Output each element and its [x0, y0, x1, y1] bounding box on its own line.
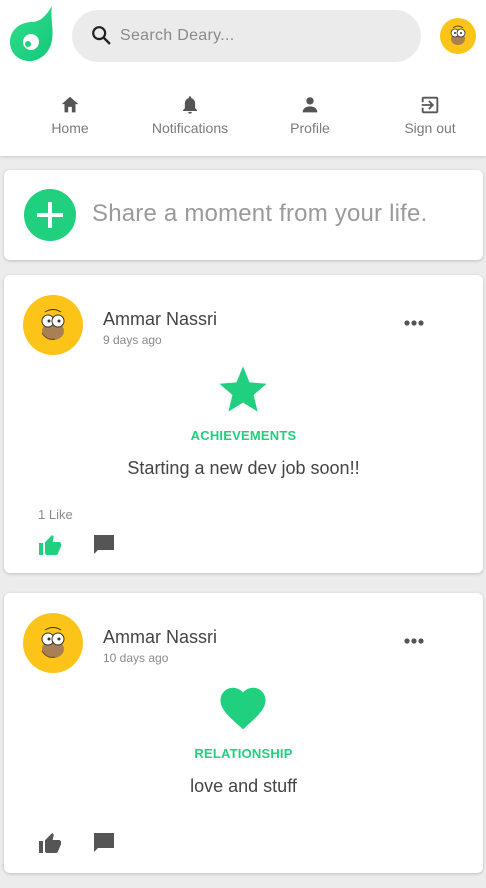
app-logo[interactable]	[10, 6, 54, 62]
category-label: RELATIONSHIP	[194, 746, 293, 761]
author-avatar[interactable]	[23, 295, 83, 355]
nav-sign-out-label: Sign out	[404, 120, 456, 136]
thumbs-up-icon[interactable]	[38, 832, 62, 856]
post-text: love and stuff	[190, 776, 297, 796]
thumbs-up-icon[interactable]	[38, 534, 62, 558]
nav-profile-label: Profile	[290, 120, 330, 136]
post-text: Starting a new dev job soon!!	[127, 458, 360, 478]
like-count[interactable]: 1 Like	[38, 507, 73, 522]
heart-icon	[220, 687, 266, 730]
post-time: 10 days ago	[103, 651, 169, 665]
nav-sign-out[interactable]: Sign out	[370, 80, 486, 140]
nav-profile[interactable]: Profile	[250, 80, 370, 140]
nav-notifications[interactable]: Notifications	[130, 80, 250, 140]
post-composer[interactable]: Share a moment from your life.	[4, 170, 483, 260]
search-icon	[92, 26, 111, 45]
nav-home-label: Home	[51, 120, 89, 136]
bell-icon	[183, 96, 197, 114]
nav-notifications-label: Notifications	[151, 120, 229, 136]
post-card: Ammar Nassri 10 days ago RELATIONSHIP lo…	[4, 593, 483, 873]
search-bar	[72, 10, 421, 62]
post-time: 9 days ago	[103, 333, 162, 347]
comment-icon[interactable]	[92, 831, 116, 855]
author-name[interactable]: Ammar Nassri	[103, 627, 217, 648]
more-options-icon[interactable]	[402, 633, 430, 649]
more-options-icon[interactable]	[402, 315, 430, 331]
author-avatar[interactable]	[23, 613, 83, 673]
new-post-button[interactable]	[24, 189, 76, 241]
person-icon	[302, 97, 318, 113]
category-label: ACHIEVEMENTS	[190, 428, 297, 443]
nav-home[interactable]: Home	[10, 80, 130, 140]
user-avatar[interactable]	[440, 18, 476, 54]
star-icon	[219, 366, 267, 412]
top-bar: Home Notifications Profile Sign out	[0, 0, 486, 156]
home-icon	[61, 96, 79, 113]
plus-icon	[37, 202, 63, 228]
main-nav: Home Notifications Profile Sign out	[0, 80, 486, 150]
composer-prompt[interactable]: Share a moment from your life.	[92, 200, 427, 228]
search-input[interactable]	[120, 10, 400, 62]
author-name[interactable]: Ammar Nassri	[103, 309, 217, 330]
post-card: Ammar Nassri 9 days ago ACHIEVEMENTS Sta…	[4, 275, 483, 573]
comment-icon[interactable]	[92, 533, 116, 557]
sign-out-icon	[421, 96, 439, 114]
